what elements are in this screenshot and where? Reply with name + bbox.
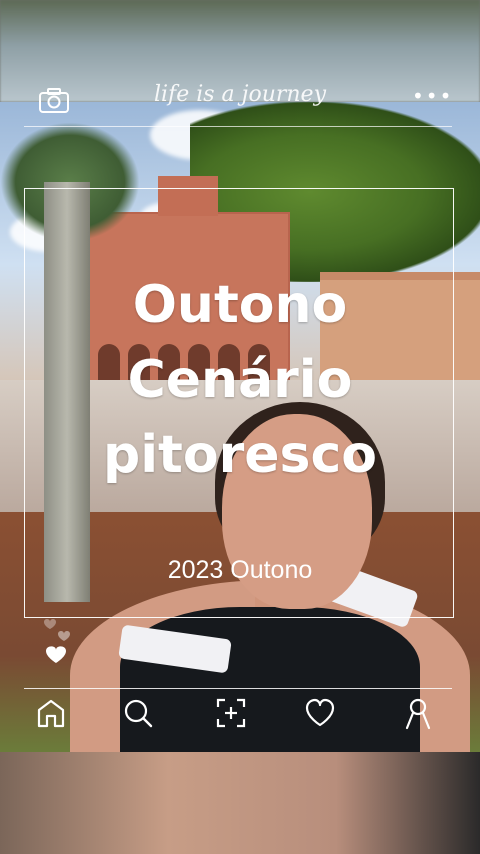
subtitle: 2023 Outono: [167, 556, 313, 584]
title-block: Outono Cenário pitoresco: [0, 268, 480, 493]
top-bar: life is a journey •••: [0, 82, 480, 122]
more-icon[interactable]: •••: [412, 84, 453, 108]
bottom-nav: [0, 696, 480, 736]
title-line-2: Cenário: [127, 350, 353, 410]
camera-icon[interactable]: [38, 88, 70, 114]
top-divider: [24, 126, 452, 127]
title-line-1: Outono: [132, 275, 348, 335]
add-photo-icon[interactable]: [214, 696, 248, 730]
blurred-background-bottom: [0, 752, 480, 854]
title-line-3: pitoresco: [102, 425, 378, 485]
heart-icon[interactable]: [303, 696, 337, 730]
search-icon[interactable]: [121, 696, 155, 730]
home-icon[interactable]: [34, 696, 68, 730]
floating-hearts: [38, 612, 78, 672]
script-caption: life is a journey: [153, 82, 327, 107]
profile-icon[interactable]: [401, 696, 435, 730]
bottom-divider: [24, 688, 452, 689]
